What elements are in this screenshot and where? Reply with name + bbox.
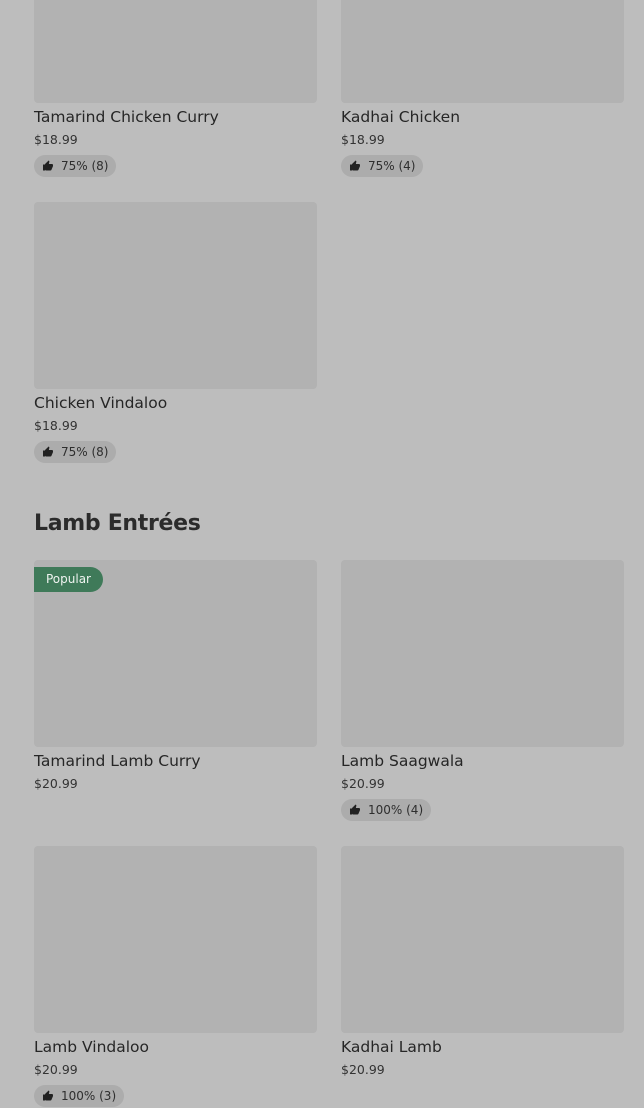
menu-item-price: $20.99 <box>34 776 78 791</box>
menu-item-image[interactable] <box>34 846 317 1033</box>
menu-item-card[interactable]: Chicken Vindaloo $18.99 75% (8) <box>34 202 317 466</box>
menu-item-image[interactable] <box>341 0 624 103</box>
menu-item-card[interactable]: Kadhai Lamb $20.99 <box>341 846 624 1086</box>
menu-item-image[interactable] <box>34 0 317 103</box>
menu-item-card[interactable]: Tamarind Chicken Curry $18.99 75% (8) <box>34 0 317 180</box>
menu-item-card[interactable]: Lamb Saagwala $20.99 100% (4) <box>341 560 624 824</box>
menu-item-image[interactable] <box>34 202 317 389</box>
rating-badge: 100% (3) <box>34 1085 125 1107</box>
rating-text: 100% (3) <box>61 1089 117 1103</box>
menu-item-name: Chicken Vindaloo <box>34 394 168 412</box>
menu-item-price: $18.99 <box>34 132 78 147</box>
menu-item-name: Lamb Vindaloo <box>34 1038 150 1056</box>
rating-badge: 100% (4) <box>341 799 432 821</box>
menu-item-name: Kadhai Lamb <box>341 1038 442 1056</box>
rating-text: 75% (8) <box>61 445 109 459</box>
rating-badge: 75% (8) <box>34 155 117 177</box>
menu-item-name: Lamb Saagwala <box>341 752 464 770</box>
popular-badge: Popular <box>34 567 103 592</box>
menu-item-name: Kadhai Chicken <box>341 108 461 126</box>
menu-item-name: Tamarind Lamb Curry <box>34 752 201 770</box>
menu-item-price: $18.99 <box>341 132 385 147</box>
rating-badge: 75% (8) <box>34 441 117 463</box>
thumbs-up-icon <box>350 160 360 171</box>
thumbs-up-icon <box>43 1090 53 1101</box>
thumbs-up-icon <box>43 446 53 457</box>
menu-item-card[interactable]: Kadhai Chicken $18.99 75% (4) <box>341 0 624 180</box>
menu-item-name: Tamarind Chicken Curry <box>34 108 219 126</box>
thumbs-up-icon <box>43 160 53 171</box>
rating-badge: 75% (4) <box>341 155 424 177</box>
menu-item-image[interactable] <box>341 846 624 1033</box>
menu-item-card[interactable]: Lamb Vindaloo $20.99 100% (3) <box>34 846 317 1108</box>
rating-text: 75% (8) <box>61 159 109 173</box>
thumbs-up-icon <box>350 804 360 815</box>
rating-text: 75% (4) <box>368 159 416 173</box>
menu-item-price: $18.99 <box>34 418 78 433</box>
rating-text: 100% (4) <box>368 803 424 817</box>
section-title: Lamb Entrées <box>34 511 201 536</box>
menu-item-price: $20.99 <box>34 1062 78 1077</box>
menu-item-price: $20.99 <box>341 1062 385 1077</box>
menu-item-price: $20.99 <box>341 776 385 791</box>
menu-item-image[interactable] <box>341 560 624 747</box>
menu-item-card[interactable]: Popular Tamarind Lamb Curry $20.99 <box>34 560 317 800</box>
